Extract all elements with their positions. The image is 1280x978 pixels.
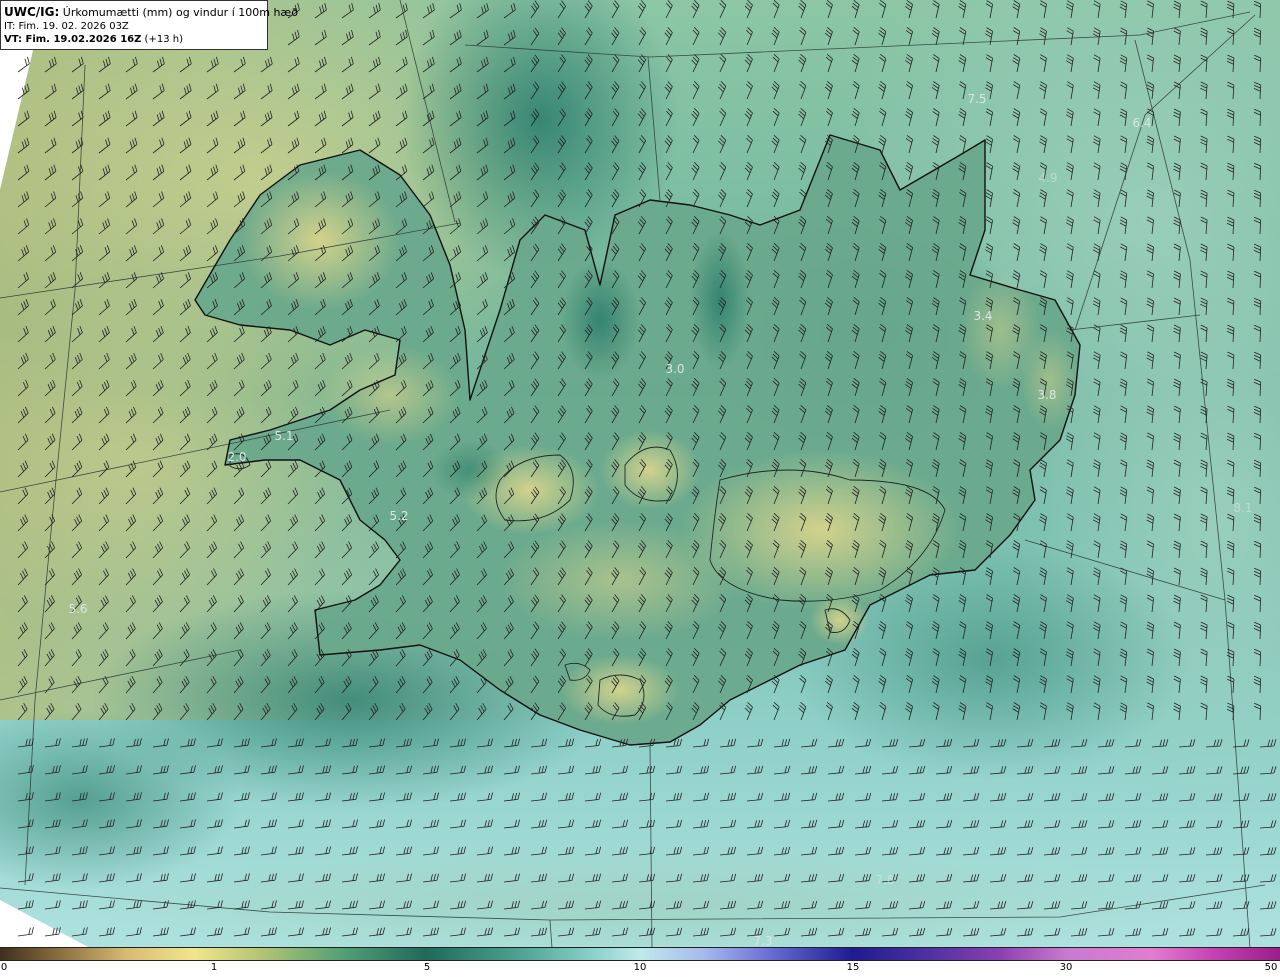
value-label: 3.8 (1037, 388, 1057, 402)
header-title-line: UWC/IG: Úrkomumætti (mm) og vindur í 100… (4, 5, 298, 20)
value-label: 3.0 (665, 362, 685, 376)
valid-time-line: VT: Fim. 19.02.2026 16Z (+13 h) (4, 33, 267, 46)
value-label: 5.6 (68, 602, 88, 616)
value-label: 8.1 (1233, 501, 1253, 515)
value-label: 4.9 (1038, 171, 1058, 185)
model-label: UWC/IG: (4, 5, 60, 19)
colorbar-strip (0, 947, 1280, 961)
precipitation-wind-map (0, 0, 1280, 949)
colorbar: 0 1 5 10 15 30 50 (0, 947, 1280, 978)
colorbar-tick: 5 (423, 962, 431, 973)
value-label: 5.2 (389, 509, 409, 523)
value-label: 2.0 (227, 450, 247, 464)
colorbar-tick: 0 (0, 962, 8, 973)
value-label: 6.4 (1132, 116, 1152, 130)
valid-time: VT: Fim. 19.02.2026 16Z (4, 34, 142, 45)
colorbar-tick: 1 (210, 962, 218, 973)
value-label: 7.5 (967, 92, 987, 106)
colorbar-tick: 10 (633, 962, 647, 973)
colorbar-tick: 50 (1264, 962, 1278, 973)
lead-time: (+13 h) (141, 34, 183, 45)
value-label: 3.4 (973, 309, 993, 323)
value-label: 7.8 (875, 873, 895, 887)
map-header: UWC/IG: Úrkomumætti (mm) og vindur í 100… (0, 0, 298, 50)
field-title: Úrkomumætti (mm) og vindur í 100m hæð (59, 6, 298, 19)
initial-time: IT: Fim. 19. 02. 2026 03Z (4, 21, 129, 32)
value-label: 7.3 (753, 934, 773, 948)
wind-barb (17, 56, 30, 73)
colorbar-tick: 30 (1059, 962, 1073, 973)
value-label: 5.1 (274, 429, 294, 443)
wind-barb (17, 927, 34, 937)
colorbar-tick: 15 (846, 962, 860, 973)
